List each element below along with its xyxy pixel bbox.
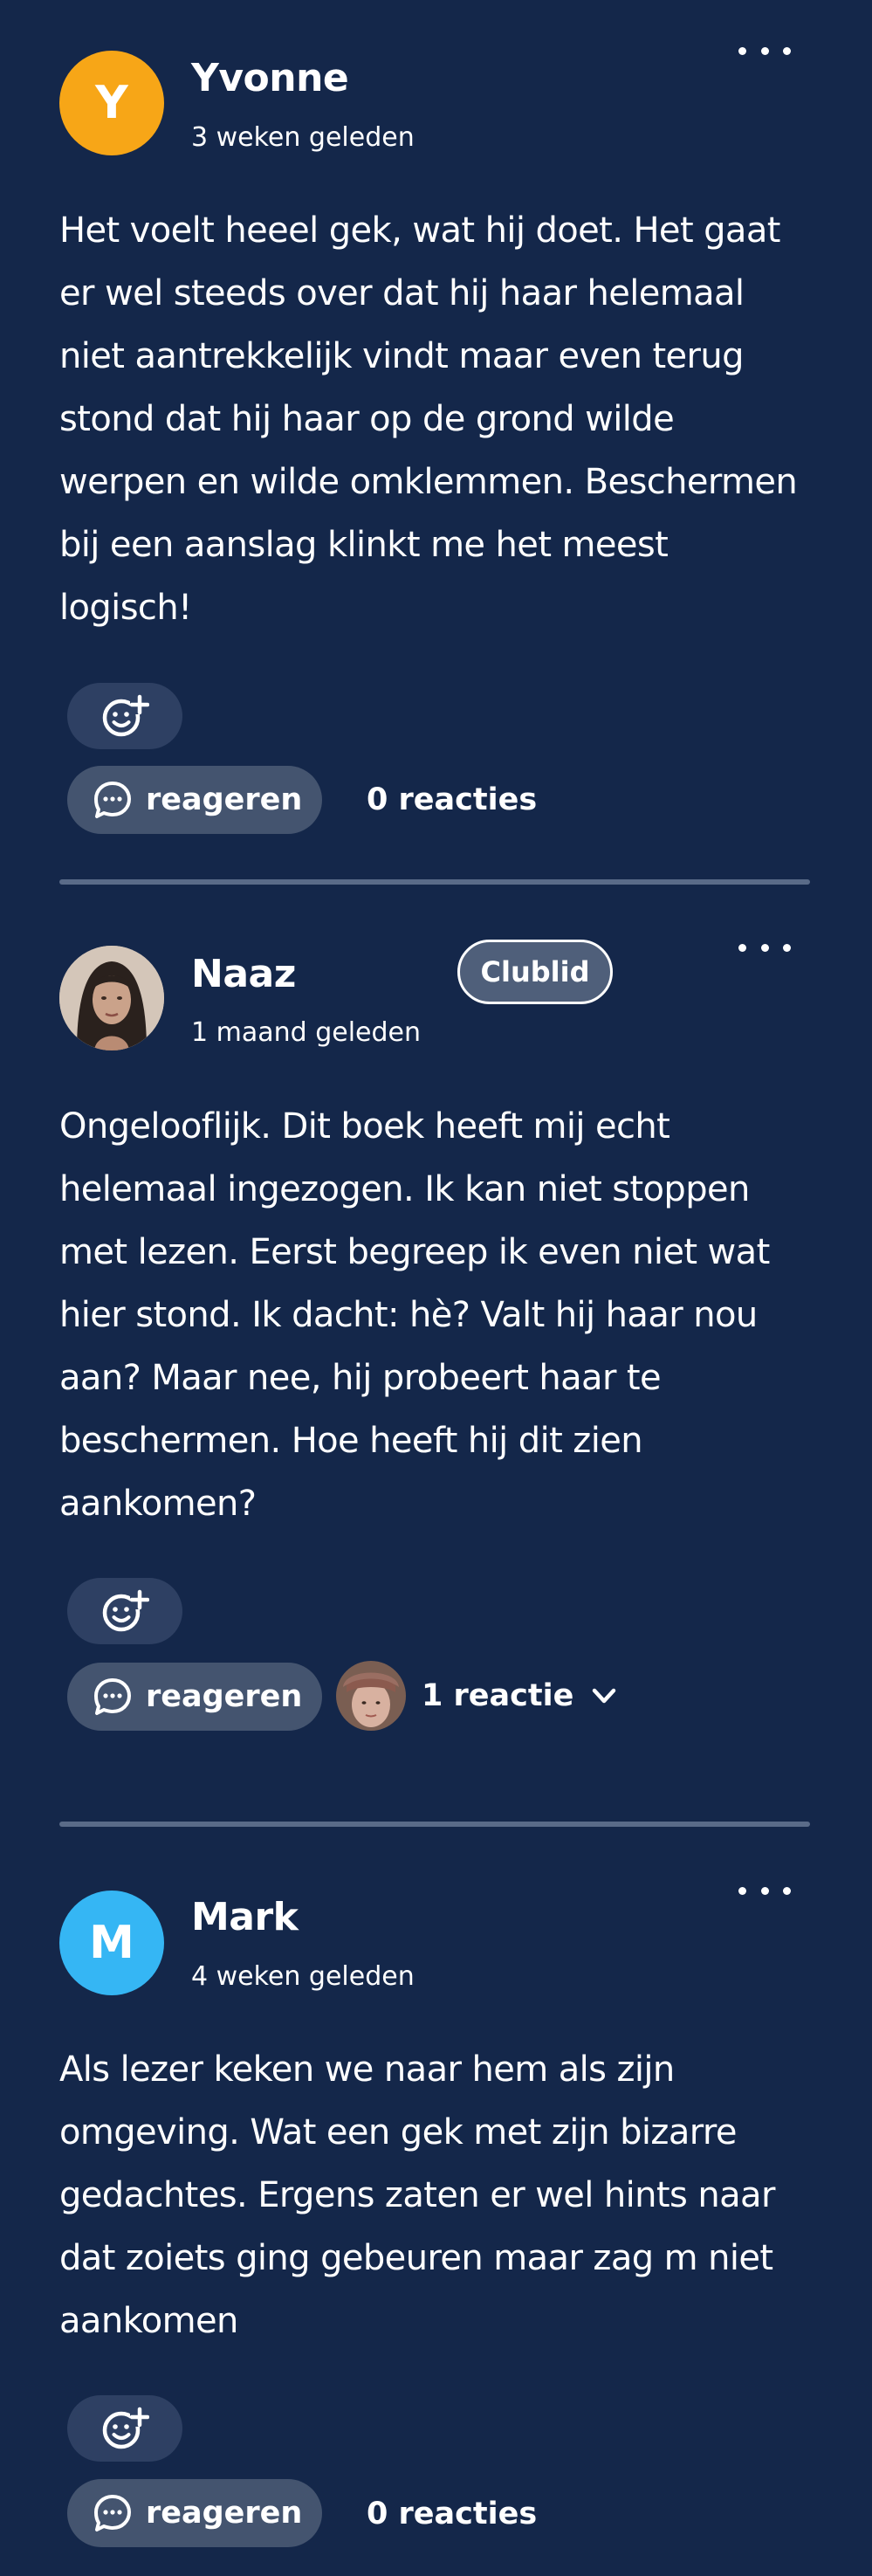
replies-toggle[interactable]: 1 reactie xyxy=(336,1661,619,1731)
author-name[interactable]: Mark xyxy=(191,1898,299,1937)
author-name[interactable]: Yvonne xyxy=(191,59,349,98)
reply-button[interactable]: reageren xyxy=(67,766,322,834)
reply-label: reageren xyxy=(146,782,303,817)
avatar-initial: M xyxy=(89,1917,134,1969)
add-emoji-reaction-icon xyxy=(102,1589,149,1632)
more-options-icon[interactable] xyxy=(738,42,791,59)
more-options-icon[interactable] xyxy=(738,1882,791,1899)
avatar-initial: Y xyxy=(95,77,128,129)
avatar[interactable]: M xyxy=(59,1891,164,1995)
chat-bubble-icon xyxy=(92,1676,134,1718)
add-emoji-reaction-icon xyxy=(102,2407,149,2449)
comment-text: Ongelooflijk. Dit boek heeft mij echt he… xyxy=(59,1106,770,1524)
add-reaction-button[interactable] xyxy=(67,683,182,749)
avatar[interactable] xyxy=(59,946,164,1050)
add-reaction-button[interactable] xyxy=(67,2395,182,2462)
add-reaction-button[interactable] xyxy=(67,1578,182,1644)
chat-bubble-icon xyxy=(92,2492,134,2534)
reactions-count[interactable]: 0 reacties xyxy=(367,785,537,816)
more-options-icon[interactable] xyxy=(738,939,791,956)
reply-label: reageren xyxy=(146,1679,303,1714)
comment-timestamp: 4 weken geleden xyxy=(191,1961,415,1992)
comment-text: Het voelt heeel gek, wat hij doet. Het g… xyxy=(59,210,798,628)
user-photo-icon xyxy=(59,946,164,1050)
divider xyxy=(59,879,810,885)
reactions-count: 1 reactie xyxy=(422,1678,574,1713)
comment-text: Als lezer keken we naar hem als zijn omg… xyxy=(59,2049,775,2341)
comment-timestamp: 3 weken geleden xyxy=(191,122,415,153)
replier-avatar xyxy=(336,1661,406,1731)
user-photo-icon xyxy=(336,1661,406,1731)
comment-timestamp: 1 maand geleden xyxy=(191,1017,422,1048)
reply-label: reageren xyxy=(146,2496,303,2531)
avatar[interactable]: Y xyxy=(59,51,164,155)
add-emoji-reaction-icon xyxy=(102,694,149,737)
chevron-down-icon xyxy=(589,1681,619,1711)
reply-button[interactable]: reageren xyxy=(67,2479,322,2547)
divider xyxy=(59,1822,810,1827)
author-name[interactable]: Naaz xyxy=(191,955,296,994)
reactions-count[interactable]: 0 reacties xyxy=(367,2499,537,2530)
member-badge: Clublid xyxy=(457,940,613,1004)
reply-button[interactable]: reageren xyxy=(67,1663,322,1731)
chat-bubble-icon xyxy=(92,779,134,821)
